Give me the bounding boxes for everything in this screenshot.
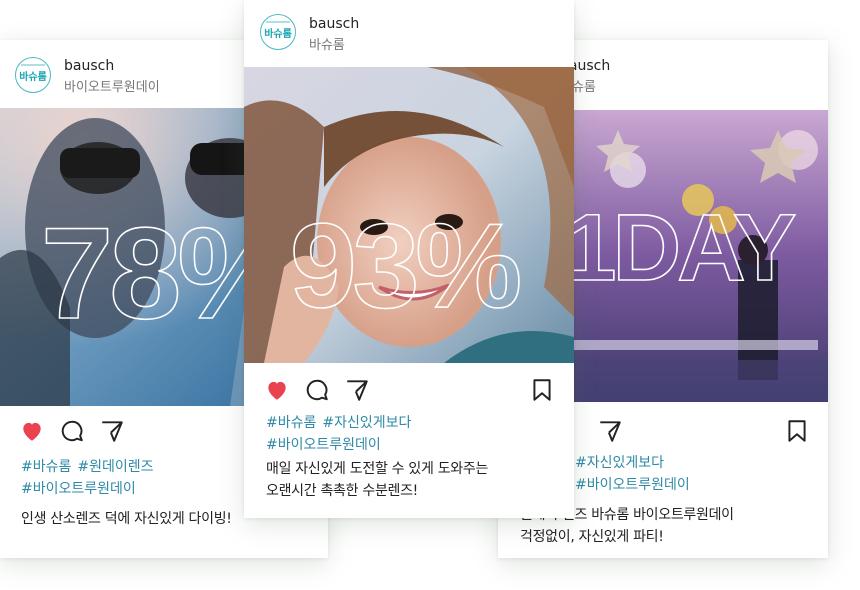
share-send-icon[interactable] xyxy=(597,418,623,444)
hashtag[interactable]: #바이오트루원데이 xyxy=(575,477,690,493)
caption-line: 오랜시간 촉촉한 수분렌즈! xyxy=(266,483,418,499)
share-send-icon[interactable] xyxy=(344,377,370,403)
post-location: 바슈롬 xyxy=(309,38,345,53)
hashtags: #바슈롬 #원데이렌즈 #바이오트루원데이 xyxy=(21,456,160,500)
hashtag[interactable]: #자신있게보다 xyxy=(575,455,664,471)
photo-overlay-text: 93% xyxy=(290,199,519,333)
post-caption: 인생 산소렌즈 덕에 자신있게 다이빙! xyxy=(21,508,232,530)
post-caption: 매일 자신있게 도전할 수 있게 도와주는 오랜시간 촉촉한 수분렌즈! xyxy=(266,458,488,502)
avatar-text: 바슈롬 xyxy=(19,71,47,83)
hashtag[interactable]: #원데이렌즈 xyxy=(77,459,153,475)
hashtag[interactable]: #바슈롬 xyxy=(21,459,71,475)
post-location: 바이오트루원데이 xyxy=(64,80,160,95)
caption-line: 매일 자신있게 도전할 수 있게 도와주는 xyxy=(266,461,489,477)
comment-icon[interactable] xyxy=(59,418,85,444)
caption-line: 인생 산소렌즈 덕에 자신있게 다이빙! xyxy=(21,511,232,527)
avatar-text: 바슈롬 xyxy=(264,28,292,40)
comment-icon[interactable] xyxy=(304,377,330,403)
hashtag[interactable]: #자신있게보다 xyxy=(322,415,411,431)
post-actions xyxy=(244,377,574,407)
photo-overlay-text: 1DAY xyxy=(564,195,795,301)
hashtag[interactable]: #바이오트루원데이 xyxy=(266,437,381,453)
hashtags: #자신있게보다 #바이오트루원데이 xyxy=(575,452,696,496)
hashtag[interactable]: #바이오트루원데이 xyxy=(21,481,136,497)
brand-avatar[interactable]: 바슈롬 xyxy=(260,14,296,50)
caption-line: 걱정없이, 자신있게 파티! xyxy=(520,529,664,545)
bookmark-icon[interactable] xyxy=(784,418,810,444)
brand-avatar[interactable]: 바슈롬 xyxy=(15,57,51,93)
post-header: 바슈롬 bausch 바슈롬 xyxy=(244,0,574,70)
share-send-icon[interactable] xyxy=(99,418,125,444)
post-photo-portrait[interactable]: 93% xyxy=(244,67,574,363)
hashtags: #바슈롬 #자신있게보다 #바이오트루원데이 xyxy=(266,412,417,456)
post-card-portrait: 바슈롬 bausch 바슈롬 93% #바슈롬 #자신있게보다 #바이오트루원데… xyxy=(244,0,574,518)
like-heart-icon[interactable] xyxy=(264,377,290,403)
username[interactable]: bausch xyxy=(309,16,359,32)
like-heart-icon[interactable] xyxy=(19,418,45,444)
hashtag[interactable]: #바슈롬 xyxy=(266,415,316,431)
username[interactable]: bausch xyxy=(64,58,114,74)
bookmark-icon[interactable] xyxy=(529,377,555,403)
